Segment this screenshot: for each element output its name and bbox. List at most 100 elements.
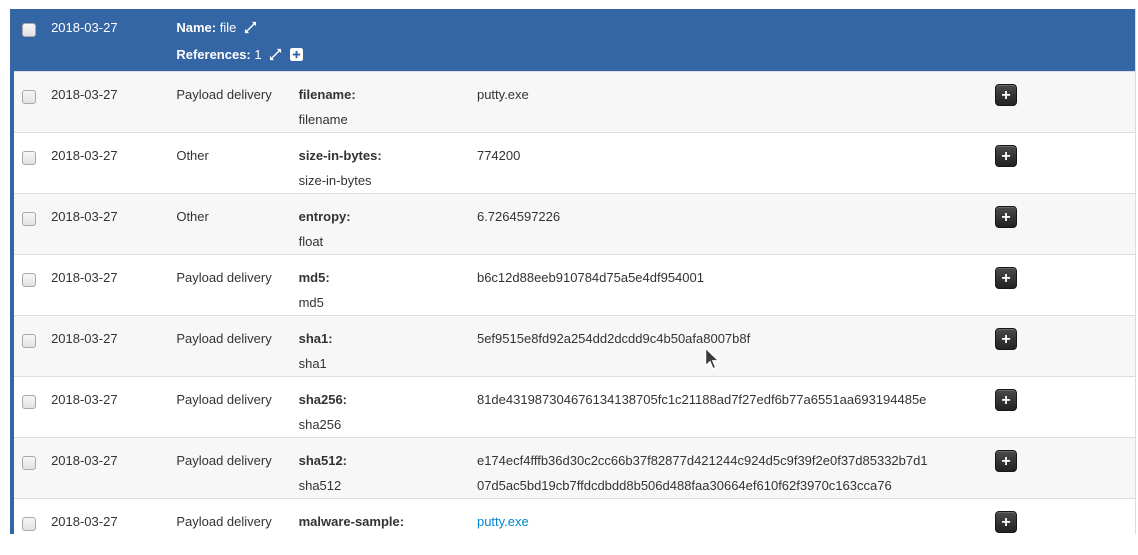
attribute-row: 2018-03-27 Other entropy: float 6.726459… (12, 194, 1136, 255)
attribute-actions-cell: + (985, 438, 1135, 499)
object-relation-label: size-in-bytes: (299, 143, 461, 168)
expand-object-icon[interactable] (244, 17, 257, 42)
select-attribute-checkbox[interactable] (22, 456, 36, 470)
attribute-actions-cell: + (985, 133, 1135, 194)
attribute-row: 2018-03-27 Payload delivery md5: md5 b6c… (12, 255, 1136, 316)
attribute-type-cell: malware-sample: (291, 499, 469, 535)
select-attribute-checkbox[interactable] (22, 151, 36, 165)
attribute-value: 6.7264597226 (477, 209, 560, 224)
object-references-line: References: 1 (176, 42, 1127, 69)
add-attribute-button[interactable]: + (995, 511, 1017, 533)
object-relation-label: malware-sample: (299, 509, 461, 534)
attribute-date: 2018-03-27 (43, 438, 168, 499)
references-label: References: (176, 47, 250, 62)
attribute-actions-cell: + (985, 72, 1135, 133)
attribute-value-cell: 5ef9515e8fd92a254dd2dcdd9c4b50afa8007b8f (469, 316, 985, 377)
object-relation-label: entropy: (299, 204, 461, 229)
select-attribute-checkbox[interactable] (22, 273, 36, 287)
attribute-actions-cell: + (985, 377, 1135, 438)
attribute-category: Other (168, 194, 290, 255)
object-relation-label: filename: (299, 82, 461, 107)
attribute-category: Payload delivery (168, 377, 290, 438)
attribute-type-cell: size-in-bytes: size-in-bytes (291, 133, 469, 194)
add-reference-icon[interactable] (290, 44, 303, 69)
attribute-row: 2018-03-27 Payload delivery sha1: sha1 5… (12, 316, 1136, 377)
object-header-row: 2018-03-27 Name: file References: 1 (12, 9, 1136, 72)
attribute-value[interactable]: putty.exe (477, 514, 529, 529)
object-relation-label: sha1: (299, 326, 461, 351)
attribute-type: sha512 (299, 473, 461, 498)
attribute-value-cell: putty.exe (469, 499, 985, 535)
attribute-type: size-in-bytes (299, 168, 461, 193)
attribute-type: float (299, 229, 461, 254)
add-attribute-button[interactable]: + (995, 206, 1017, 228)
add-attribute-button[interactable]: + (995, 328, 1017, 350)
attribute-row: 2018-03-27 Payload delivery sha256: sha2… (12, 377, 1136, 438)
select-object-checkbox[interactable] (22, 23, 36, 37)
add-attribute-button[interactable]: + (995, 267, 1017, 289)
attribute-type-cell: entropy: float (291, 194, 469, 255)
select-attribute-checkbox[interactable] (22, 334, 36, 348)
attribute-category: Payload delivery (168, 438, 290, 499)
attribute-type-cell: md5: md5 (291, 255, 469, 316)
attribute-value-cell: 81de431987304676134138705fc1c21188ad7f27… (469, 377, 985, 438)
add-attribute-button[interactable]: + (995, 145, 1017, 167)
select-attribute-checkbox[interactable] (22, 212, 36, 226)
attribute-value: 5ef9515e8fd92a254dd2dcdd9c4b50afa8007b8f (477, 331, 750, 346)
add-attribute-button[interactable]: + (995, 450, 1017, 472)
add-attribute-button[interactable]: + (995, 84, 1017, 106)
attribute-date: 2018-03-27 (43, 316, 168, 377)
attribute-value: 774200 (477, 148, 520, 163)
attribute-type-cell: filename: filename (291, 72, 469, 133)
references-count: 1 (254, 47, 261, 62)
attribute-row: 2018-03-27 Payload delivery malware-samp… (12, 499, 1136, 535)
select-attribute-checkbox[interactable] (22, 517, 36, 531)
object-name-label: Name: (176, 20, 216, 35)
attribute-actions-cell: + (985, 499, 1135, 535)
attribute-date: 2018-03-27 (43, 133, 168, 194)
object-name-value: file (220, 20, 237, 35)
attribute-value-cell: b6c12d88eeb910784d75a5e4df954001 (469, 255, 985, 316)
attribute-date: 2018-03-27 (43, 255, 168, 316)
attribute-date: 2018-03-27 (43, 72, 168, 133)
attribute-value: 81de431987304676134138705fc1c21188ad7f27… (477, 392, 926, 407)
object-relation-label: md5: (299, 265, 461, 290)
attribute-type-cell: sha512: sha512 (291, 438, 469, 499)
attribute-date: 2018-03-27 (43, 194, 168, 255)
attribute-value-cell: 6.7264597226 (469, 194, 985, 255)
attribute-type: sha256 (299, 412, 461, 437)
attribute-row: 2018-03-27 Other size-in-bytes: size-in-… (12, 133, 1136, 194)
select-attribute-checkbox[interactable] (22, 90, 36, 104)
add-attribute-button[interactable]: + (995, 389, 1017, 411)
attribute-value-cell: 774200 (469, 133, 985, 194)
attribute-type: md5 (299, 290, 461, 315)
attribute-actions-cell: + (985, 316, 1135, 377)
attribute-type: sha1 (299, 351, 461, 376)
attribute-category: Payload delivery (168, 255, 290, 316)
attribute-category: Payload delivery (168, 499, 290, 535)
attribute-value: b6c12d88eeb910784d75a5e4df954001 (477, 270, 704, 285)
attribute-type-cell: sha1: sha1 (291, 316, 469, 377)
object-name-line: Name: file (176, 15, 1127, 42)
expand-references-icon[interactable] (269, 44, 282, 69)
attribute-value-cell: putty.exe (469, 72, 985, 133)
attributes-panel: 2018-03-27 Name: file References: 1 (10, 9, 1136, 534)
attribute-actions-cell: + (985, 194, 1135, 255)
attribute-date: 2018-03-27 (43, 377, 168, 438)
attribute-type-cell: sha256: sha256 (291, 377, 469, 438)
attribute-category: Payload delivery (168, 316, 290, 377)
attribute-rows: 2018-03-27 Payload delivery filename: fi… (12, 72, 1136, 535)
object-date: 2018-03-27 (43, 9, 168, 72)
attribute-type: filename (299, 107, 461, 132)
attribute-value: putty.exe (477, 87, 529, 102)
attribute-row: 2018-03-27 Payload delivery filename: fi… (12, 72, 1136, 133)
attribute-category: Other (168, 133, 290, 194)
object-relation-label: sha256: (299, 387, 461, 412)
attribute-value: e174ecf4fffb36d30c2cc66b37f82877d421244c… (477, 453, 928, 493)
object-relation-label: sha512: (299, 448, 461, 473)
attribute-value-cell: e174ecf4fffb36d30c2cc66b37f82877d421244c… (469, 438, 985, 499)
object-summary: Name: file References: 1 (168, 9, 1135, 72)
attribute-category: Payload delivery (168, 72, 290, 133)
attribute-actions-cell: + (985, 255, 1135, 316)
select-attribute-checkbox[interactable] (22, 395, 36, 409)
